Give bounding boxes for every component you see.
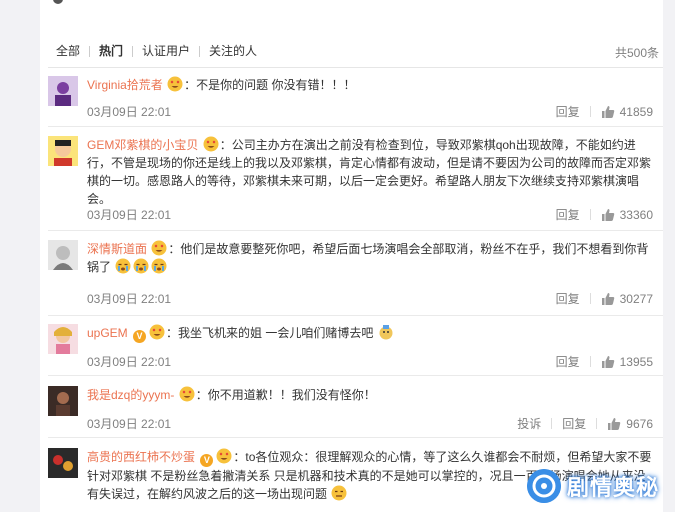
comment-item: Virginia拾荒者 ：不是你的问题 你没有错！！！ 03月09日 22:01… <box>48 76 663 127</box>
like-count: 13955 <box>619 354 653 369</box>
like-count: 41859 <box>619 104 653 119</box>
reply-button[interactable]: 回复 <box>546 103 590 120</box>
comment-text: 不是你的问题 你没有错！！！ <box>196 78 356 92</box>
comment-actions: 回复 30277 <box>546 290 653 307</box>
awkward-smile-emoji-icon <box>331 485 347 501</box>
watermark-text: 剧情奥秘 <box>567 475 660 500</box>
watermark-logo-icon <box>527 469 561 503</box>
comment-body: GEM邓紫棋的小宝贝 ：公司主办方在演出之前没有检查到位，导致邓紫棋qoh出现故… <box>87 136 653 208</box>
comment-actions: 回复 41859 <box>546 103 653 120</box>
username-link[interactable]: Virginia拾荒者 <box>87 78 163 92</box>
crying-emoji-icon <box>151 258 167 274</box>
comment-actions: 回复 13955 <box>546 353 653 370</box>
avatar[interactable] <box>48 136 78 166</box>
like-button[interactable]: 9676 <box>597 417 653 431</box>
comment-text: 我坐飞机来的姐 一会儿咱们赌博去吧 <box>178 326 374 340</box>
doge-emoji-icon <box>379 325 393 340</box>
comment-divider <box>48 375 663 376</box>
tabs-divider <box>48 67 663 68</box>
thumbs-up-icon <box>601 208 614 221</box>
username-link[interactable]: 深情斯道面 <box>87 242 147 256</box>
comment-colon: ： <box>233 450 246 464</box>
avatar[interactable] <box>48 386 78 416</box>
thumbs-up-icon <box>601 292 614 305</box>
comment-colon: ： <box>166 326 179 340</box>
crying-emoji-icon <box>115 258 131 274</box>
avatar[interactable] <box>48 448 78 478</box>
comment-body: Virginia拾荒者 ：不是你的问题 你没有错！！！ <box>87 76 653 94</box>
comment-time: 03月09日 22:01 <box>87 417 172 431</box>
tab-following[interactable]: 关注的人 <box>200 44 266 58</box>
comment-divider <box>48 126 663 127</box>
comment-time: 03月09日 22:01 <box>87 105 172 119</box>
comment-item: upGEM V ：我坐飞机来的姐 一会儿咱们赌博去吧 03月09日 22:01 回… <box>48 324 663 376</box>
like-button[interactable]: 30277 <box>591 292 653 306</box>
thumbs-up-icon <box>608 417 621 430</box>
report-button[interactable]: 投诉 <box>507 415 551 432</box>
reply-button[interactable]: 回复 <box>546 290 590 307</box>
heart-eyes-emoji-icon <box>149 324 165 340</box>
like-button[interactable]: 33360 <box>591 208 653 222</box>
comment-time: 03月09日 22:01 <box>87 355 172 369</box>
comment-filter-tabs: 全部 热门 认证用户 关注的人 <box>56 44 266 58</box>
comment-divider <box>48 315 663 316</box>
heart-eyes-emoji-icon <box>179 386 195 402</box>
username-link[interactable]: GEM邓紫棋的小宝贝 <box>87 138 198 152</box>
comment-divider <box>48 230 663 231</box>
avatar[interactable] <box>48 76 78 106</box>
like-button[interactable]: 41859 <box>591 105 653 119</box>
top-icon <box>53 0 63 4</box>
tab-all[interactable]: 全部 <box>56 44 89 58</box>
comment-divider <box>48 437 663 438</box>
comment-actions: 投诉 回复 9676 <box>507 415 653 432</box>
total-count: 共500条 <box>614 46 659 60</box>
like-button[interactable]: 13955 <box>591 355 653 369</box>
username-link[interactable]: 我是dzq的yyym- <box>87 388 174 402</box>
comment-colon: ： <box>195 388 208 402</box>
comment-colon: ： <box>219 138 232 152</box>
verified-v-icon: V <box>133 330 147 343</box>
reply-button[interactable]: 回复 <box>552 415 596 432</box>
username-link[interactable]: upGEM <box>87 326 128 340</box>
comment-panel: 全部 热门 认证用户 关注的人 共500条 Virginia拾荒者 ：不是你的问… <box>40 0 663 512</box>
comment-time: 03月09日 22:01 <box>87 292 172 306</box>
reply-button[interactable]: 回复 <box>546 206 590 223</box>
heart-eyes-emoji-icon <box>203 136 219 152</box>
thumbs-up-icon <box>601 355 614 368</box>
watermark: 剧情奥秘 <box>523 460 663 512</box>
comment-text: 你不用道歉！！我们没有怪你！ <box>207 388 376 402</box>
reply-button[interactable]: 回复 <box>546 353 590 370</box>
comment-actions: 回复 33360 <box>546 206 653 223</box>
avatar[interactable] <box>48 240 78 270</box>
heart-eyes-emoji-icon <box>216 448 232 464</box>
comment-item: 深情斯道面 ：他们是故意要整死你吧，希望后面七场演唱会全部取消，粉丝不在乎，我们… <box>48 240 663 316</box>
comment-item: GEM邓紫棋的小宝贝 ：公司主办方在演出之前没有检查到位，导致邓紫棋qoh出现故… <box>48 136 663 231</box>
comment-time: 03月09日 22:01 <box>87 208 172 222</box>
comment-colon: ： <box>184 78 197 92</box>
thumbs-up-icon <box>601 105 614 118</box>
avatar[interactable] <box>48 324 78 354</box>
comment-body: upGEM V ：我坐飞机来的姐 一会儿咱们赌博去吧 <box>87 324 653 343</box>
tab-hot[interactable]: 热门 <box>90 44 132 58</box>
comment-item: 我是dzq的yyym- ：你不用道歉！！我们没有怪你！ 03月09日 22:01… <box>48 386 663 438</box>
like-count: 33360 <box>619 207 653 222</box>
tab-verified[interactable]: 认证用户 <box>133 44 199 58</box>
verified-v-icon: V <box>200 454 214 467</box>
like-count: 9676 <box>626 416 653 431</box>
comment-body: 我是dzq的yyym- ：你不用道歉！！我们没有怪你！ <box>87 386 653 404</box>
heart-eyes-emoji-icon <box>167 76 183 92</box>
username-link[interactable]: 高贵的西红柿不炒蛋 <box>87 450 195 464</box>
comment-body: 深情斯道面 ：他们是故意要整死你吧，希望后面七场演唱会全部取消，粉丝不在乎，我们… <box>87 240 653 276</box>
crying-emoji-icon <box>133 258 149 274</box>
comment-colon: ： <box>168 242 181 256</box>
heart-eyes-emoji-icon <box>151 240 167 256</box>
like-count: 30277 <box>619 291 653 306</box>
